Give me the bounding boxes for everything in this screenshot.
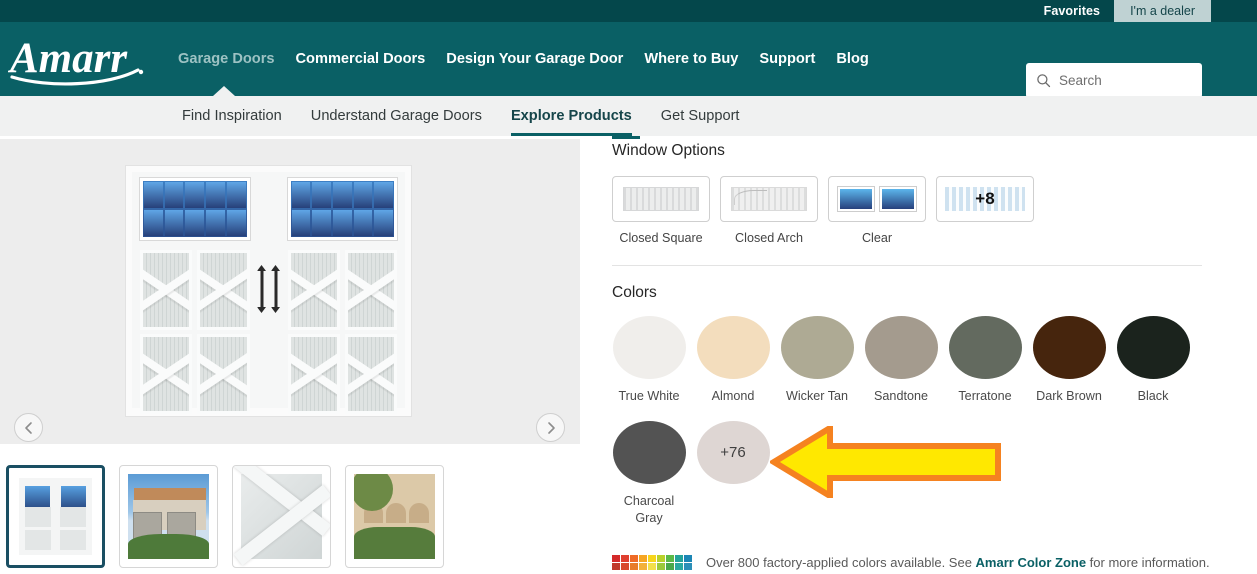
window-left [139, 177, 251, 241]
color-label: Wicker Tan [785, 389, 849, 403]
color-palette-icon [612, 555, 692, 570]
thumb-stucco-graphic [354, 474, 435, 559]
color-swatch-true-white[interactable]: True White [612, 316, 686, 405]
color-swatch-dark-brown[interactable]: Dark Brown [1032, 316, 1106, 405]
options-divider [612, 265, 1202, 266]
search-input[interactable] [1059, 73, 1189, 88]
color-dot [780, 316, 854, 379]
chevron-right-icon [547, 421, 555, 434]
more-colors-count: +76 [696, 421, 770, 484]
color-dot [612, 421, 686, 484]
window-options-title: Window Options [612, 142, 725, 159]
door-handles [260, 268, 277, 310]
color-swatch-sandtone[interactable]: Sandtone [864, 316, 938, 405]
color-dot [696, 316, 770, 379]
thumb-door-graphic [19, 478, 92, 555]
thumb-detail-graphic [234, 466, 330, 566]
color-zone-text: Over 800 factory-applied colors availabl… [706, 555, 1210, 570]
utility-bar: Favorites I'm a dealer [0, 0, 1257, 22]
color-swatch-terratone[interactable]: Terratone [948, 316, 1022, 405]
amarr-color-zone-link[interactable]: Amarr Color Zone [976, 555, 1087, 570]
site-header: Amarr Garage Doors Commercial Doors Desi… [0, 22, 1257, 98]
search-box[interactable] [1026, 63, 1202, 98]
favorites-link[interactable]: Favorites [1030, 0, 1114, 22]
annotation-arrow [768, 422, 1002, 502]
door-frame [132, 172, 405, 414]
color-swatch-wicker-tan[interactable]: Wicker Tan [780, 316, 854, 405]
thumb-house-graphic [128, 474, 209, 559]
thumbnail-garage-door-render[interactable] [6, 465, 105, 568]
chevron-left-icon [24, 421, 32, 434]
colors-title: Colors [612, 284, 657, 301]
window-option-label: Closed Arch [735, 231, 803, 245]
product-image-viewer [0, 139, 580, 444]
window-option-more[interactable]: +8 [936, 176, 1034, 245]
color-label: Terratone [958, 389, 1012, 403]
color-label: Black [1137, 389, 1169, 403]
thumbnail-door-detail-closeup[interactable] [232, 465, 331, 568]
window-row [139, 177, 398, 241]
color-label: Almond [711, 389, 755, 403]
color-zone-note: Over 800 factory-applied colors availabl… [612, 555, 1210, 570]
garage-door-image [125, 165, 412, 417]
closed-arch-swatch-icon [731, 187, 807, 211]
color-swatch-black[interactable]: Black [1116, 316, 1190, 405]
left-arrow-icon [768, 422, 1001, 502]
amarr-logo-icon: Amarr [8, 35, 144, 86]
clear-window-swatch-icon [837, 186, 917, 212]
color-dot [948, 316, 1022, 379]
nav-support[interactable]: Support [759, 51, 815, 67]
amarr-logo[interactable]: Amarr [8, 30, 150, 88]
im-a-dealer-button[interactable]: I'm a dealer [1114, 0, 1211, 22]
nav-commercial-doors[interactable]: Commercial Doors [296, 51, 426, 67]
color-swatch-charcoal-gray[interactable]: Charcoal Gray [612, 421, 686, 527]
main-navigation: Garage Doors Commercial Doors Design You… [178, 22, 869, 96]
color-dot [864, 316, 938, 379]
color-label: Sandtone [874, 389, 928, 403]
window-option-label: Clear [861, 231, 893, 245]
door-panel-row-2 [140, 334, 397, 414]
color-dot [1116, 316, 1190, 379]
nav-design-your-garage-door[interactable]: Design Your Garage Door [446, 51, 623, 67]
nav-blog[interactable]: Blog [836, 51, 868, 67]
color-dot [1032, 316, 1106, 379]
color-swatch-more[interactable]: +76 [696, 421, 770, 527]
window-options-list: Closed Square Closed Arch Clear +8 [612, 176, 1252, 245]
closed-square-swatch-icon [623, 187, 699, 211]
note-text-before: Over 800 factory-applied colors availabl… [706, 555, 976, 570]
thumbnail-strip [6, 465, 444, 568]
carousel-next-button[interactable] [536, 413, 565, 442]
more-windows-count: +8 [975, 189, 995, 208]
svg-text:Amarr: Amarr [8, 35, 128, 82]
thumbnail-stucco-home-photo[interactable] [345, 465, 444, 568]
window-right [286, 177, 398, 241]
window-option-closed-arch[interactable]: Closed Arch [720, 176, 818, 245]
subnav-get-support[interactable]: Get Support [661, 96, 740, 136]
subnav-explore-products[interactable]: Explore Products [510, 96, 632, 136]
nav-garage-doors[interactable]: Garage Doors [178, 51, 275, 67]
color-swatch-almond[interactable]: Almond [696, 316, 770, 405]
color-dot [612, 316, 686, 379]
subnav-understand-garage-doors[interactable]: Understand Garage Doors [311, 96, 482, 136]
nav-where-to-buy[interactable]: Where to Buy [644, 51, 738, 67]
window-option-label: Closed Square [619, 231, 703, 245]
thumbnail-house-exterior-photo[interactable] [119, 465, 218, 568]
search-icon [1037, 74, 1051, 88]
active-nav-indicator [213, 86, 235, 96]
window-option-clear[interactable]: Clear [828, 176, 926, 245]
color-label: Charcoal Gray [623, 494, 675, 525]
colors-row-1: True White Almond Wicker Tan Sandtone Te… [612, 316, 1252, 405]
color-label: Dark Brown [1036, 389, 1102, 403]
sub-navigation: Find Inspiration Understand Garage Doors… [0, 96, 1257, 136]
window-option-closed-square[interactable]: Closed Square [612, 176, 710, 245]
note-text-after: for more information. [1086, 555, 1210, 570]
more-windows-swatch-icon: +8 [945, 187, 1025, 211]
carousel-prev-button[interactable] [14, 413, 43, 442]
subnav-find-inspiration[interactable]: Find Inspiration [182, 96, 282, 136]
color-label: True White [618, 389, 680, 403]
